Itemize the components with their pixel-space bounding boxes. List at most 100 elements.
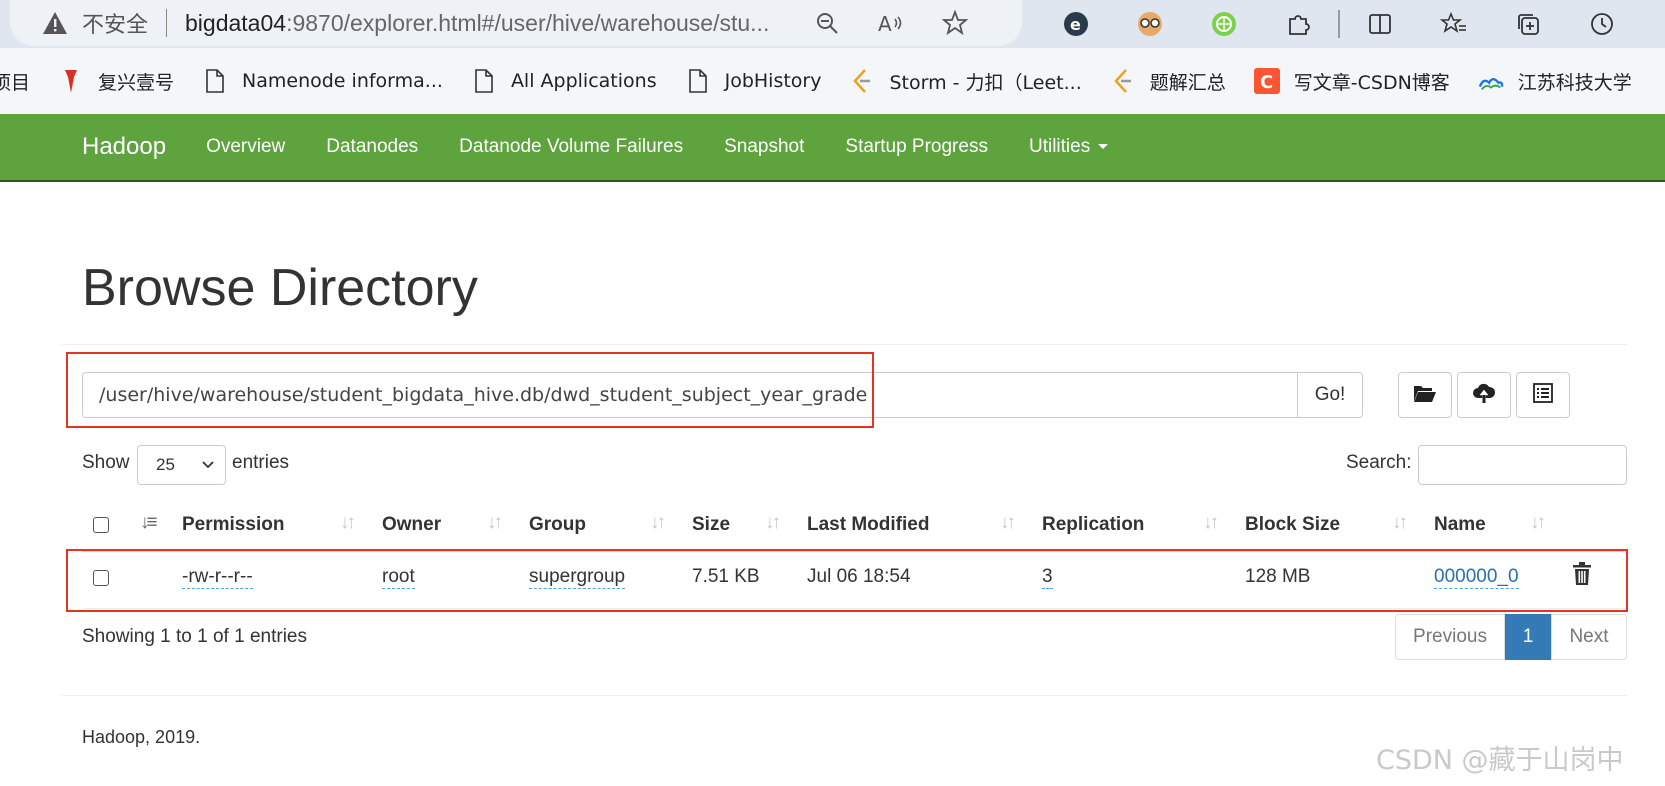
svg-text:e: e bbox=[1070, 15, 1081, 34]
column-size[interactable]: Size bbox=[692, 514, 730, 536]
bookmark-item[interactable]: C 写文章-CSDN博客 bbox=[1253, 67, 1450, 95]
divider bbox=[166, 9, 168, 37]
go-button[interactable]: Go! bbox=[1297, 372, 1363, 418]
previous-page-button[interactable]: Previous bbox=[1395, 614, 1505, 660]
history-icon[interactable] bbox=[1576, 2, 1628, 46]
zoom-out-icon[interactable] bbox=[805, 1, 849, 45]
favorites-icon[interactable] bbox=[1428, 2, 1480, 46]
svg-text:A: A bbox=[878, 12, 892, 35]
select-all-checkbox[interactable] bbox=[93, 517, 109, 533]
nav-overview[interactable]: Overview bbox=[206, 136, 285, 158]
caret-down-icon bbox=[1098, 144, 1109, 150]
column-last-modified[interactable]: Last Modified bbox=[807, 514, 929, 536]
bookmark-label: JobHistory bbox=[724, 70, 822, 92]
footer-text: Hadoop, 2019. bbox=[82, 727, 201, 747]
bookmark-item[interactable]: Namenode informa... bbox=[202, 67, 443, 95]
chevron-down-icon bbox=[201, 446, 215, 498]
page-icon bbox=[471, 67, 497, 95]
watermark: CSDN @藏于山岗中 bbox=[1376, 745, 1624, 776]
sort-asc-icon[interactable]: ↓≡ bbox=[140, 512, 158, 534]
bookmark-item[interactable]: 项目 bbox=[0, 68, 30, 95]
page-icon bbox=[685, 67, 711, 95]
sort-icon[interactable]: ↓↑ bbox=[765, 512, 781, 534]
sort-icon[interactable]: ↓↑ bbox=[650, 512, 666, 534]
sort-icon[interactable]: ↓↑ bbox=[1000, 512, 1016, 534]
bookmark-label: 复兴壹号 bbox=[98, 71, 175, 94]
pin-icon bbox=[58, 67, 84, 95]
sort-icon[interactable]: ↓↑ bbox=[487, 512, 503, 534]
page-title: Browse Directory bbox=[82, 259, 478, 317]
bookmark-label: 项目 bbox=[0, 71, 31, 94]
table-info: Showing 1 to 1 of 1 entries bbox=[82, 626, 307, 647]
page-icon bbox=[202, 67, 228, 95]
bookmark-label: 江苏科技大学 bbox=[1517, 71, 1632, 94]
divider bbox=[62, 344, 1627, 345]
next-page-button[interactable]: Next bbox=[1551, 614, 1627, 660]
bookmark-item[interactable]: JobHistory bbox=[685, 67, 822, 95]
column-permission[interactable]: Permission bbox=[182, 514, 284, 536]
bookmark-label: Namenode informa... bbox=[242, 70, 443, 92]
entries-per-page-select[interactable]: 25 bbox=[137, 445, 226, 485]
cloud-icon bbox=[1478, 67, 1504, 95]
nav-startup-progress[interactable]: Startup Progress bbox=[845, 136, 988, 158]
list-alt-icon bbox=[1533, 382, 1553, 408]
extension-glasses-icon[interactable] bbox=[1124, 2, 1176, 46]
nav-snapshot[interactable]: Snapshot bbox=[724, 136, 804, 158]
nav-utilities-label: Utilities bbox=[1028, 136, 1091, 157]
bookmarks-bar: 项目 复兴壹号 Namenode informa... All Applicat… bbox=[0, 48, 1665, 114]
column-name[interactable]: Name bbox=[1434, 514, 1486, 536]
pagination: Previous 1 Next bbox=[1395, 614, 1627, 660]
cloud-upload-icon bbox=[1472, 382, 1496, 409]
url-host: bigdata04 bbox=[185, 9, 287, 36]
folder-open-icon bbox=[1413, 383, 1437, 408]
table-search-input[interactable] bbox=[1418, 445, 1627, 485]
search-label: Search: bbox=[1346, 452, 1412, 473]
bookmark-item[interactable]: Storm - 力扣（Leet... bbox=[849, 67, 1082, 95]
warning-icon[interactable] bbox=[40, 8, 70, 38]
nav-volume-failures[interactable]: Datanode Volume Failures bbox=[459, 136, 683, 158]
extension-e-icon[interactable]: e bbox=[1050, 2, 1102, 46]
bookmark-label: 题解汇总 bbox=[1149, 71, 1226, 94]
bookmark-item[interactable]: All Applications bbox=[471, 67, 657, 95]
split-screen-icon[interactable] bbox=[1354, 2, 1406, 46]
read-aloud-icon[interactable]: A bbox=[869, 1, 913, 45]
footer-divider bbox=[62, 695, 1627, 696]
extension-lime-icon[interactable] bbox=[1198, 2, 1250, 46]
csdn-icon: C bbox=[1253, 67, 1280, 95]
nav-datanodes[interactable]: Datanodes bbox=[326, 136, 418, 158]
leetcode-icon bbox=[849, 67, 875, 95]
sort-icon[interactable]: ↓↑ bbox=[1392, 512, 1408, 534]
highlight-box-path bbox=[66, 352, 874, 428]
column-replication[interactable]: Replication bbox=[1042, 514, 1144, 536]
favorite-star-icon[interactable] bbox=[933, 1, 977, 45]
upload-button[interactable] bbox=[1457, 372, 1511, 418]
show-label: Show bbox=[82, 452, 130, 473]
column-block-size[interactable]: Block Size bbox=[1245, 514, 1340, 536]
sort-icon[interactable]: ↓↑ bbox=[340, 512, 356, 534]
insecure-label: 不安全 bbox=[82, 13, 149, 38]
url-text[interactable]: bigdata04:9870/explorer.html#/user/hive/… bbox=[185, 10, 805, 37]
nav-utilities-dropdown[interactable]: Utilities bbox=[1028, 136, 1109, 158]
entries-label: entries bbox=[232, 452, 290, 473]
browser-toolbar: 不安全 bigdata04:9870/explorer.html#/user/h… bbox=[0, 0, 1665, 48]
current-page-button[interactable]: 1 bbox=[1505, 614, 1551, 660]
address-bar[interactable]: 不安全 bigdata04:9870/explorer.html#/user/h… bbox=[10, 0, 1022, 46]
hadoop-navbar: Hadoop Overview Datanodes Datanode Volum… bbox=[0, 114, 1665, 182]
extensions-puzzle-icon[interactable] bbox=[1272, 2, 1324, 46]
toolbar-divider bbox=[1338, 10, 1340, 38]
column-group[interactable]: Group bbox=[529, 514, 586, 536]
create-directory-button[interactable] bbox=[1398, 372, 1452, 418]
browser-extensions: e bbox=[1050, 0, 1650, 48]
sort-icon[interactable]: ↓↑ bbox=[1530, 512, 1546, 534]
leetcode-icon bbox=[1110, 67, 1136, 95]
svg-text:C: C bbox=[1260, 72, 1273, 93]
bookmark-label: All Applications bbox=[510, 70, 657, 92]
bookmark-item[interactable]: 题解汇总 bbox=[1110, 67, 1226, 95]
bookmark-item[interactable]: 江苏科技大学 bbox=[1478, 67, 1632, 95]
column-owner[interactable]: Owner bbox=[382, 514, 441, 536]
collections-icon[interactable] bbox=[1502, 2, 1554, 46]
bookmark-item[interactable]: 复兴壹号 bbox=[58, 67, 174, 95]
sort-icon[interactable]: ↓↑ bbox=[1203, 512, 1219, 534]
cut-paste-button[interactable] bbox=[1516, 372, 1570, 418]
brand-link[interactable]: Hadoop bbox=[82, 133, 166, 161]
